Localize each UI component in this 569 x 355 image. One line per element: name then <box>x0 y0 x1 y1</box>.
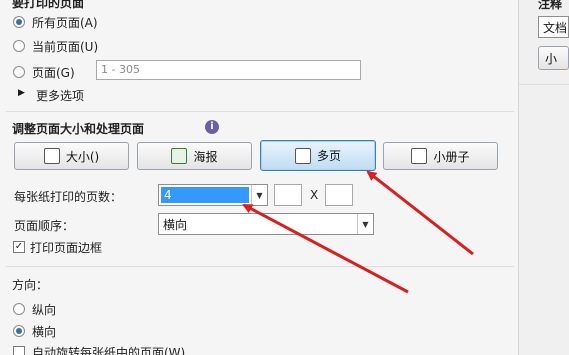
arrow-to-multiple-pages <box>366 170 474 256</box>
annotation-arrows <box>242 170 474 294</box>
arrow-to-pages-per-sheet <box>242 203 409 294</box>
